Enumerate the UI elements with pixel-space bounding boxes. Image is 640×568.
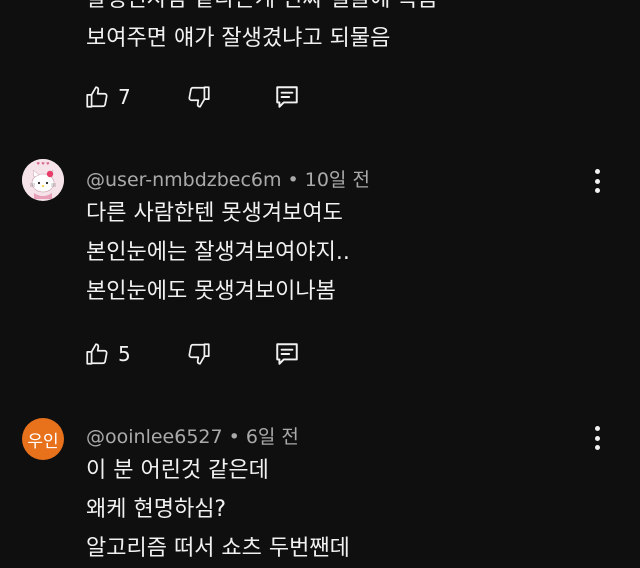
more-vert-icon [594,188,600,193]
comment-text: 이 분 어린것 같은데 왜케 현명하심? 알고리즘 떠서 쇼츠 두번짼데 [86,451,350,568]
meta-separator: • [287,169,299,191]
more-vert-icon [594,426,600,431]
comment-line: 본인눈에는 잘생겨보여야지.. [86,240,350,265]
comment-line: 다른 사람한텐 못생겨보여도 [86,201,343,226]
reply-button[interactable] [274,81,300,113]
comment-text: 다른 사람한텐 못생겨보여도 본인눈에는 잘생겨보여야지.. 본인눈에도 못생겨… [86,194,350,311]
thumbs-down-icon [186,84,212,110]
like-button[interactable]: 5 [84,338,131,370]
svg-text:♥ ♥ ♥: ♥ ♥ ♥ [36,161,50,166]
more-vert-icon [594,435,600,441]
avatar[interactable]: ♥ ♥ ♥ [22,159,64,201]
more-options-button[interactable] [588,166,606,196]
comment-meta: @ooinlee6527 • 6일 전 [86,422,299,449]
like-count: 7 [118,85,131,109]
more-options-button[interactable] [588,423,606,453]
like-count: 5 [118,342,131,366]
username[interactable]: @ooinlee6527 [86,426,223,448]
thumbs-down-icon [186,341,212,367]
thumbs-up-icon [84,341,110,367]
comment-line: 보여주면 얘가 잘생겼냐고 되물음 [86,26,391,51]
reply-icon [274,84,300,110]
more-vert-icon [594,178,600,184]
dislike-button[interactable] [186,81,212,113]
comment-line: 잘생긴사람 같다는게 진짜 얼굴에 목좀 [86,0,438,19]
comment-line: 본인눈에도 못생겨보이나봄 [86,279,336,304]
meta-separator: • [228,426,240,448]
dislike-button[interactable] [186,338,212,370]
comment-meta: @user-nmbdzbec6m • 10일 전 [86,165,370,192]
timestamp[interactable]: 10일 전 [305,169,370,191]
username[interactable]: @user-nmbdzbec6m [86,169,282,191]
avatar-initials: 우인 [27,431,59,452]
thumbs-up-icon [84,84,110,110]
like-button[interactable]: 7 [84,81,131,113]
comment-line: 알고리즘 떠서 쇼츠 두번짼데 [86,536,350,561]
hello-kitty-avatar-icon: ♥ ♥ ♥ [22,159,64,201]
comment-line: 왜케 현명하심? [86,497,227,522]
more-vert-icon [594,169,600,174]
avatar[interactable]: 우인 [22,418,64,460]
reply-icon [274,341,300,367]
comment-text: 잘생긴사람 같다는게 진짜 얼굴에 목좀 보여주면 얘가 잘생겼냐고 되물음 [86,0,438,58]
reply-button[interactable] [274,338,300,370]
timestamp[interactable]: 6일 전 [246,426,299,448]
comment-line: 이 분 어린것 같은데 [86,458,269,483]
more-vert-icon [594,445,600,450]
